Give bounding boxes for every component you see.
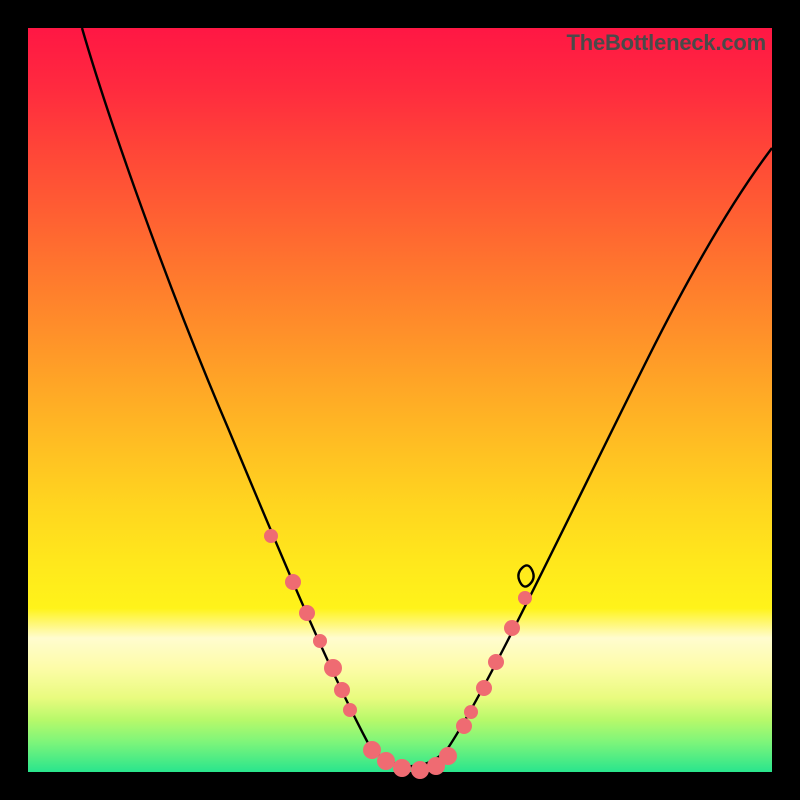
marker-dot	[264, 529, 278, 543]
marker-dot	[313, 634, 327, 648]
marker-dot	[334, 682, 350, 698]
curve-layer	[28, 28, 772, 772]
marker-dot	[464, 705, 478, 719]
marker-dot	[285, 574, 301, 590]
marker-dot	[343, 703, 357, 717]
marker-dot	[363, 741, 381, 759]
chart-frame: TheBottleneck.com	[0, 0, 800, 800]
marker-dot	[299, 605, 315, 621]
marker-dot	[488, 654, 504, 670]
marker-dot	[476, 680, 492, 696]
marker-dot	[518, 591, 532, 605]
marker-dot	[377, 752, 395, 770]
marker-dot	[504, 620, 520, 636]
marker-wisp	[518, 565, 533, 586]
marker-dot	[324, 659, 342, 677]
marker-dot	[393, 759, 411, 777]
marker-dot	[439, 747, 457, 765]
bottleneck-curve	[82, 28, 772, 766]
marker-dot	[411, 761, 429, 779]
marker-dot	[456, 718, 472, 734]
